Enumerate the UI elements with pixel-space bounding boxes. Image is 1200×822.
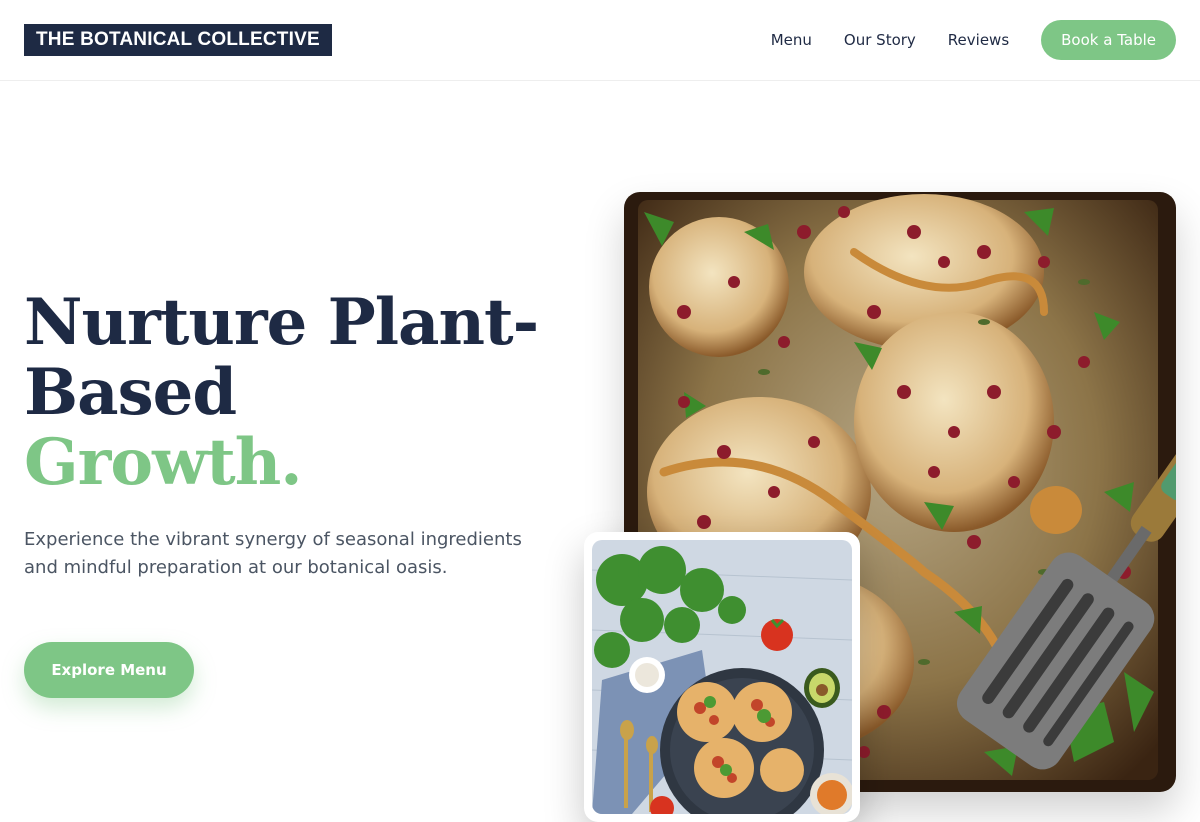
site-logo[interactable]: THE BOTANICAL COLLECTIVE: [24, 24, 332, 56]
hero-title-line-1: Nurture Plant-: [24, 285, 539, 360]
hero-title: Nurture Plant- Based Growth.: [24, 288, 564, 498]
main-nav: Menu Our Story Reviews Book a Table: [771, 20, 1176, 60]
book-table-button[interactable]: Book a Table: [1041, 20, 1176, 60]
inset-food-card: [584, 532, 860, 822]
hero-subtitle: Experience the vibrant synergy of season…: [24, 529, 522, 578]
nav-link-reviews[interactable]: Reviews: [948, 31, 1009, 49]
nav-link-our-story[interactable]: Our Story: [844, 31, 916, 49]
nav-link-menu[interactable]: Menu: [771, 31, 812, 49]
site-header: THE BOTANICAL COLLECTIVE Menu Our Story …: [0, 0, 1200, 81]
hero-title-line-2: Based: [24, 355, 237, 430]
explore-menu-button[interactable]: Explore Menu: [24, 642, 194, 698]
inset-food-photo: [592, 540, 852, 814]
hero-title-accent: Growth.: [24, 425, 303, 500]
